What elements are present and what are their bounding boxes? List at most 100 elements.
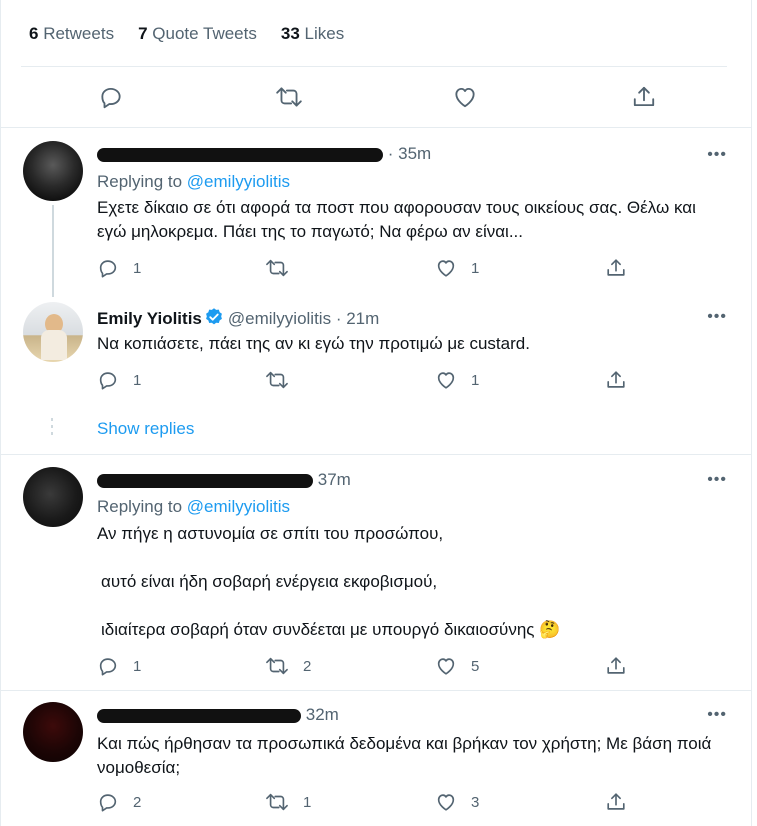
- share-icon: [607, 371, 625, 388]
- retweet-count: 2: [303, 657, 312, 675]
- replying-to: Replying to @emilyyiolitis: [97, 497, 290, 517]
- share-icon: [633, 86, 655, 107]
- retweets-label: Retweets: [43, 24, 115, 43]
- tweet-header: 37m: [97, 470, 351, 490]
- share-button[interactable]: [629, 82, 659, 112]
- share-icon: [607, 793, 625, 810]
- tweet-line: ιδιαίτερα σοβαρή όταν συνδέεται με υπουρ…: [101, 620, 561, 639]
- tweet-header: 32m: [97, 705, 339, 725]
- tweet-line: Αν πήγε η αστυνομία σε σπίτι του προσώπο…: [97, 524, 444, 543]
- divider: [1, 454, 751, 455]
- reply-count: 2: [133, 793, 142, 811]
- quotes-label: Quote Tweets: [152, 24, 257, 43]
- like-button[interactable]: [450, 82, 480, 112]
- tweet-time[interactable]: 32m: [306, 705, 339, 724]
- tweet-time[interactable]: · 21m: [336, 309, 379, 328]
- retweet-icon: [266, 793, 288, 811]
- retweet-icon: [266, 657, 288, 675]
- retweet-icon: [266, 371, 288, 389]
- tweet-header: · 35m: [97, 144, 431, 164]
- reply-icon: [99, 260, 117, 278]
- like-button[interactable]: 3: [435, 790, 479, 814]
- avatar[interactable]: [23, 702, 83, 762]
- avatar-body: [41, 330, 67, 360]
- author-name[interactable]: Emily Yiolitis: [97, 309, 202, 328]
- quotes-count: 7: [138, 24, 148, 43]
- verified-badge-icon: [204, 307, 224, 327]
- tweet-stats: 6 Retweets 7 Quote Tweets 33 Likes: [29, 24, 344, 44]
- replying-prefix: Replying to: [97, 172, 183, 191]
- likes-label: Likes: [304, 24, 345, 43]
- reply-icon: [101, 87, 121, 109]
- share-button[interactable]: [605, 256, 627, 280]
- replying-to: Replying to @emilyyiolitis: [97, 172, 290, 192]
- mention-link[interactable]: @emilyyiolitis: [187, 497, 290, 516]
- more-icon: •••: [707, 308, 727, 325]
- tweet-text: Και πώς ήρθησαν τα προσωπικά δεδομένα κα…: [97, 734, 712, 777]
- share-button[interactable]: [605, 654, 627, 678]
- retweet-button[interactable]: 1: [265, 790, 311, 814]
- replying-prefix: Replying to: [97, 497, 183, 516]
- heart-icon: [437, 658, 455, 675]
- mention-link[interactable]: @emilyyiolitis: [187, 172, 290, 191]
- main-action-bar: [1, 76, 751, 120]
- thread-line: [52, 205, 54, 297]
- divider: [1, 127, 751, 128]
- redacted-name: [97, 147, 383, 162]
- author-handle[interactable]: @emilyyiolitis: [228, 309, 331, 328]
- tweet-header: Emily Yiolitis @emilyyiolitis · 21m: [97, 307, 379, 329]
- heart-icon: [455, 87, 475, 108]
- heart-icon: [437, 260, 455, 277]
- reply-button[interactable]: 2: [97, 790, 141, 814]
- avatar[interactable]: [23, 467, 83, 527]
- redacted-name: [97, 473, 313, 488]
- tweet-actions: 1 2 5: [97, 654, 751, 680]
- retweet-button[interactable]: 2: [265, 654, 311, 678]
- tweet-actions: 1 1: [97, 256, 751, 282]
- divider: [21, 66, 727, 67]
- reply-button[interactable]: 1: [97, 256, 141, 280]
- reply-icon: [99, 658, 117, 676]
- redacted-name: [97, 708, 301, 723]
- like-button[interactable]: 1: [435, 368, 479, 392]
- avatar[interactable]: [23, 141, 83, 201]
- like-count: 3: [471, 793, 480, 811]
- retweets-stat[interactable]: 6 Retweets: [29, 24, 114, 44]
- reply-icon: [99, 372, 117, 390]
- heart-icon: [437, 794, 455, 811]
- share-icon: [607, 657, 625, 674]
- reply-button[interactable]: 1: [97, 368, 141, 392]
- retweets-count: 6: [29, 24, 39, 43]
- tweet-time[interactable]: 37m: [318, 470, 351, 489]
- like-count: 1: [471, 259, 480, 277]
- more-button[interactable]: •••: [707, 308, 727, 326]
- reply-button[interactable]: 1: [97, 654, 141, 678]
- tweet-time[interactable]: · 35m: [388, 144, 431, 163]
- likes-stat[interactable]: 33 Likes: [281, 24, 344, 44]
- reply-button[interactable]: [96, 82, 126, 112]
- tweet-line: αυτό είναι ήδη σοβαρή ενέργεια εκφοβισμο…: [101, 572, 438, 591]
- tweet-actions: 1 1: [97, 368, 751, 394]
- reply-count: 1: [133, 371, 142, 389]
- more-icon: •••: [707, 471, 727, 488]
- like-button[interactable]: 1: [435, 256, 479, 280]
- more-button[interactable]: •••: [707, 471, 727, 489]
- retweet-button[interactable]: [274, 82, 304, 112]
- likes-count: 33: [280, 24, 300, 43]
- retweet-icon: [276, 87, 302, 107]
- avatar[interactable]: [23, 302, 83, 362]
- quotes-stat[interactable]: 7 Quote Tweets: [138, 24, 257, 44]
- more-button[interactable]: •••: [707, 146, 727, 164]
- retweet-button[interactable]: [265, 256, 303, 280]
- reply-count: 1: [133, 259, 142, 277]
- share-button[interactable]: [605, 368, 627, 392]
- like-button[interactable]: 5: [435, 654, 479, 678]
- reply-icon: [99, 794, 117, 812]
- show-replies-link[interactable]: Show replies: [97, 419, 194, 439]
- divider: [1, 690, 751, 691]
- retweet-icon: [266, 259, 288, 277]
- share-button[interactable]: [605, 790, 627, 814]
- more-button[interactable]: •••: [707, 706, 727, 724]
- tweet-text: Αν πήγε η αστυνομία σε σπίτι του προσώπο…: [97, 522, 721, 642]
- retweet-button[interactable]: [265, 368, 303, 392]
